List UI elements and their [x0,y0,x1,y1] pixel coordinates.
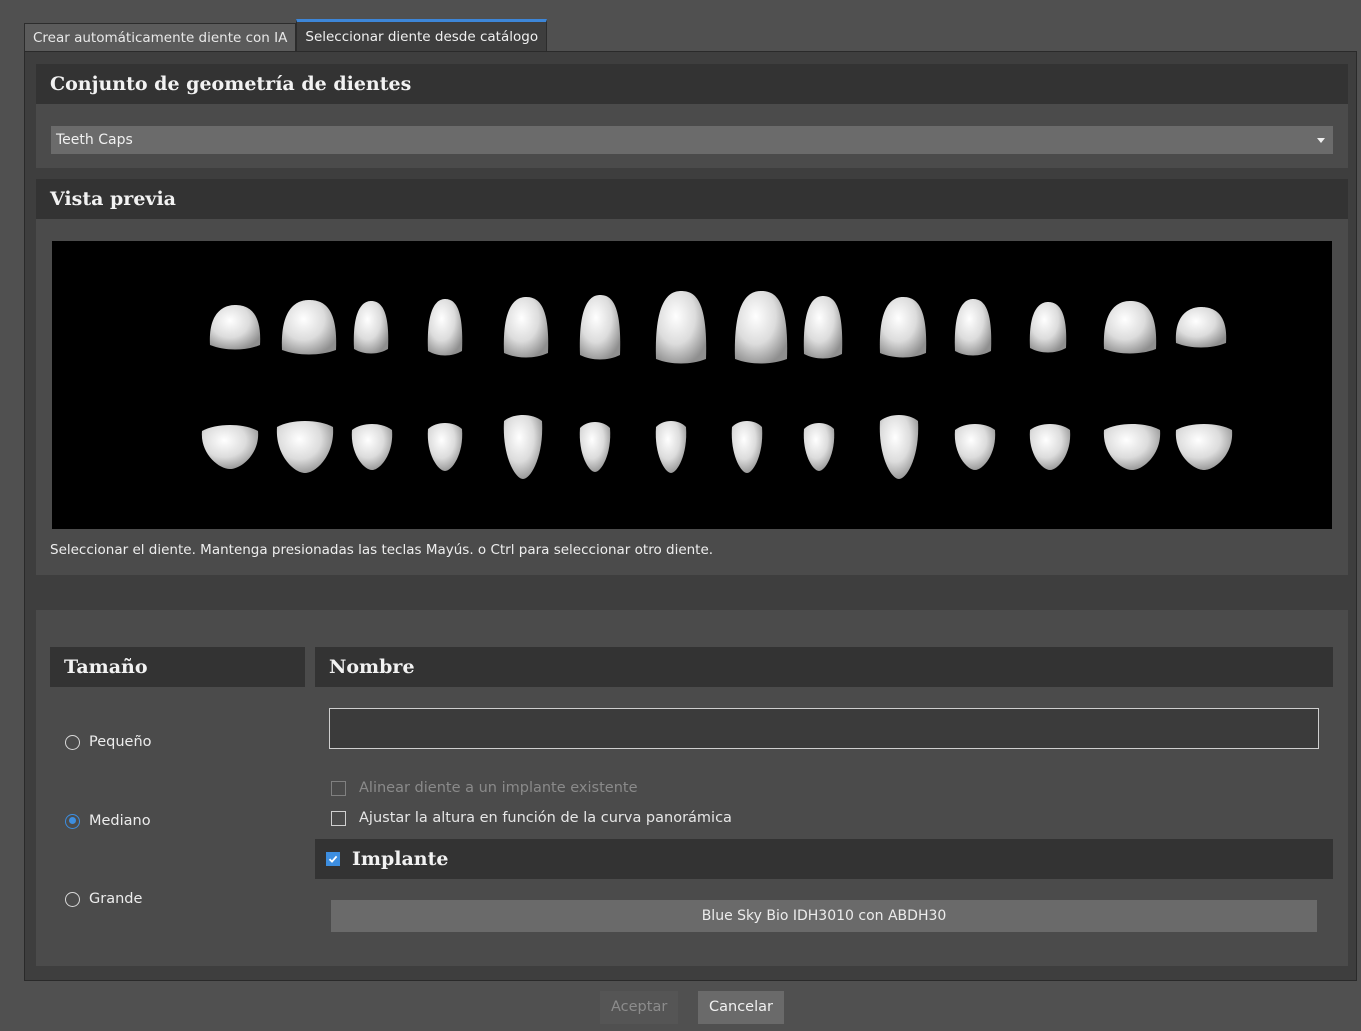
upper-tooth[interactable] [281,300,337,355]
lower-tooth[interactable] [201,425,259,469]
name-input[interactable] [329,708,1319,749]
size-option-medium-label: Mediano [89,813,151,829]
upper-tooth[interactable] [579,295,621,360]
upper-tooth[interactable] [803,296,843,359]
lower-tooth[interactable] [731,421,763,473]
upper-tooth[interactable] [879,297,927,358]
catalog-panel: Conjunto de geometría de dientes Teeth C… [24,51,1357,981]
lower-tooth[interactable] [655,421,687,473]
radio-medium[interactable] [65,813,80,829]
adjust-height-checkbox[interactable] [331,810,346,826]
align-implant-option[interactable]: Alinear diente a un implante existente [331,780,638,796]
implant-checkbox[interactable] [326,852,340,866]
geometry-group: Conjunto de geometría de dientes Teeth C… [36,64,1348,168]
options-group: Tamaño Nombre Pequeño Mediano Grande Ali… [36,610,1348,966]
lower-tooth[interactable] [503,415,543,479]
lower-tooth[interactable] [803,423,835,471]
accept-button[interactable]: Aceptar [600,991,679,1024]
lower-tooth[interactable] [427,423,463,471]
upper-tooth[interactable] [734,291,788,364]
checkmark-icon [328,855,338,863]
lower-tooth[interactable] [1103,424,1161,470]
tab-ai-create[interactable]: Crear automáticamente diente con IA [24,23,297,51]
tab-bar: Crear automáticamente diente con IA Sele… [24,18,548,51]
name-header: Nombre [315,647,1333,687]
implant-header: Implante [315,839,1333,879]
chevron-down-icon [1317,138,1325,143]
preview-group: Vista previa Seleccionar el diente. Mant… [36,179,1348,575]
upper-tooth[interactable] [503,297,549,358]
upper-tooth[interactable] [353,301,389,354]
geometry-select[interactable]: Teeth Caps [51,126,1333,154]
geometry-header: Conjunto de geometría de dientes [36,64,1348,104]
size-header: Tamaño [50,647,305,687]
teeth-preview-viewport[interactable] [52,241,1332,529]
cancel-button[interactable]: Cancelar [698,991,784,1024]
upper-tooth[interactable] [209,305,261,350]
adjust-height-option[interactable]: Ajustar la altura en función de la curva… [331,810,732,826]
align-implant-label: Alinear diente a un implante existente [359,780,638,796]
size-option-medium[interactable]: Mediano [65,813,151,829]
size-option-small[interactable]: Pequeño [65,734,152,750]
lower-tooth[interactable] [351,424,393,470]
lower-tooth[interactable] [579,422,611,472]
geometry-select-value: Teeth Caps [56,132,133,148]
size-option-small-label: Pequeño [89,734,152,750]
upper-tooth[interactable] [1103,301,1157,354]
radio-small[interactable] [65,734,80,750]
teeth-preview-canvas [201,291,1233,479]
lower-tooth[interactable] [1029,424,1071,470]
upper-teeth-row [209,291,1227,364]
size-option-large-label: Grande [89,891,143,907]
adjust-height-label: Ajustar la altura en función de la curva… [359,810,732,826]
align-implant-checkbox[interactable] [331,780,346,796]
lower-teeth-row [201,415,1233,479]
preview-hint: Seleccionar el diente. Mantenga presiona… [50,542,714,558]
lower-tooth[interactable] [954,424,996,470]
implant-select-button[interactable]: Blue Sky Bio IDH3010 con ABDH30 [331,900,1317,932]
upper-tooth[interactable] [1029,302,1067,353]
upper-tooth[interactable] [1175,307,1227,348]
radio-large[interactable] [65,891,80,907]
implant-title: Implante [352,848,449,870]
tab-catalog[interactable]: Seleccionar diente desde catálogo [296,19,548,51]
upper-tooth[interactable] [954,299,992,356]
upper-tooth[interactable] [655,291,707,364]
upper-tooth[interactable] [427,299,463,356]
lower-tooth[interactable] [1175,424,1233,470]
lower-tooth[interactable] [879,415,919,479]
lower-tooth[interactable] [276,421,334,473]
size-option-large[interactable]: Grande [65,891,142,907]
preview-header: Vista previa [36,179,1348,219]
